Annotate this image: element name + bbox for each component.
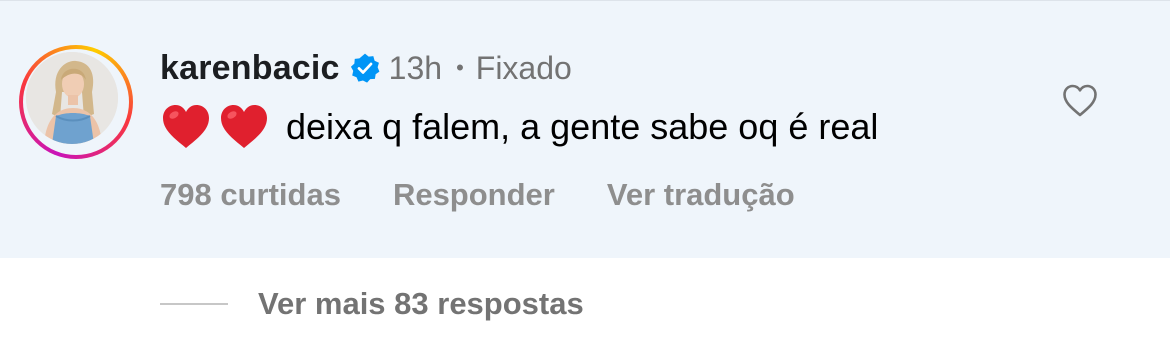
replies-divider-line — [160, 303, 228, 305]
view-more-replies-button[interactable]: Ver mais 83 respostas — [160, 280, 584, 328]
comment-body: deixa q falem, a gente sabe oq é real — [160, 97, 878, 157]
pinned-comment: karenbacic 13h • Fixado deixa q falem, a… — [0, 0, 1170, 258]
comment-header: karenbacic 13h • Fixado — [160, 45, 572, 91]
comment-actions: 798 curtidas Responder Ver tradução — [160, 171, 795, 219]
username-link[interactable]: karenbacic — [160, 49, 340, 88]
heart-outline-icon[interactable] — [1061, 82, 1099, 120]
avatar[interactable] — [26, 52, 118, 144]
comment-text: deixa q falem, a gente sabe oq é real — [286, 106, 879, 147]
comment-timestamp: 13h — [388, 49, 443, 86]
avatar-story-ring[interactable] — [19, 45, 133, 159]
see-translation-button[interactable]: Ver tradução — [607, 177, 795, 213]
red-heart-emoji-1 — [163, 105, 209, 148]
pinned-label: Fixado — [475, 49, 572, 86]
reply-button[interactable]: Responder — [393, 177, 555, 213]
verified-badge-icon — [350, 53, 380, 83]
likes-count-button[interactable]: 798 curtidas — [160, 177, 341, 213]
avatar-photo — [26, 52, 118, 144]
meta-separator: • — [456, 55, 464, 80]
red-heart-emoji-2 — [221, 105, 267, 148]
view-more-replies-label[interactable]: Ver mais 83 respostas — [258, 286, 584, 322]
